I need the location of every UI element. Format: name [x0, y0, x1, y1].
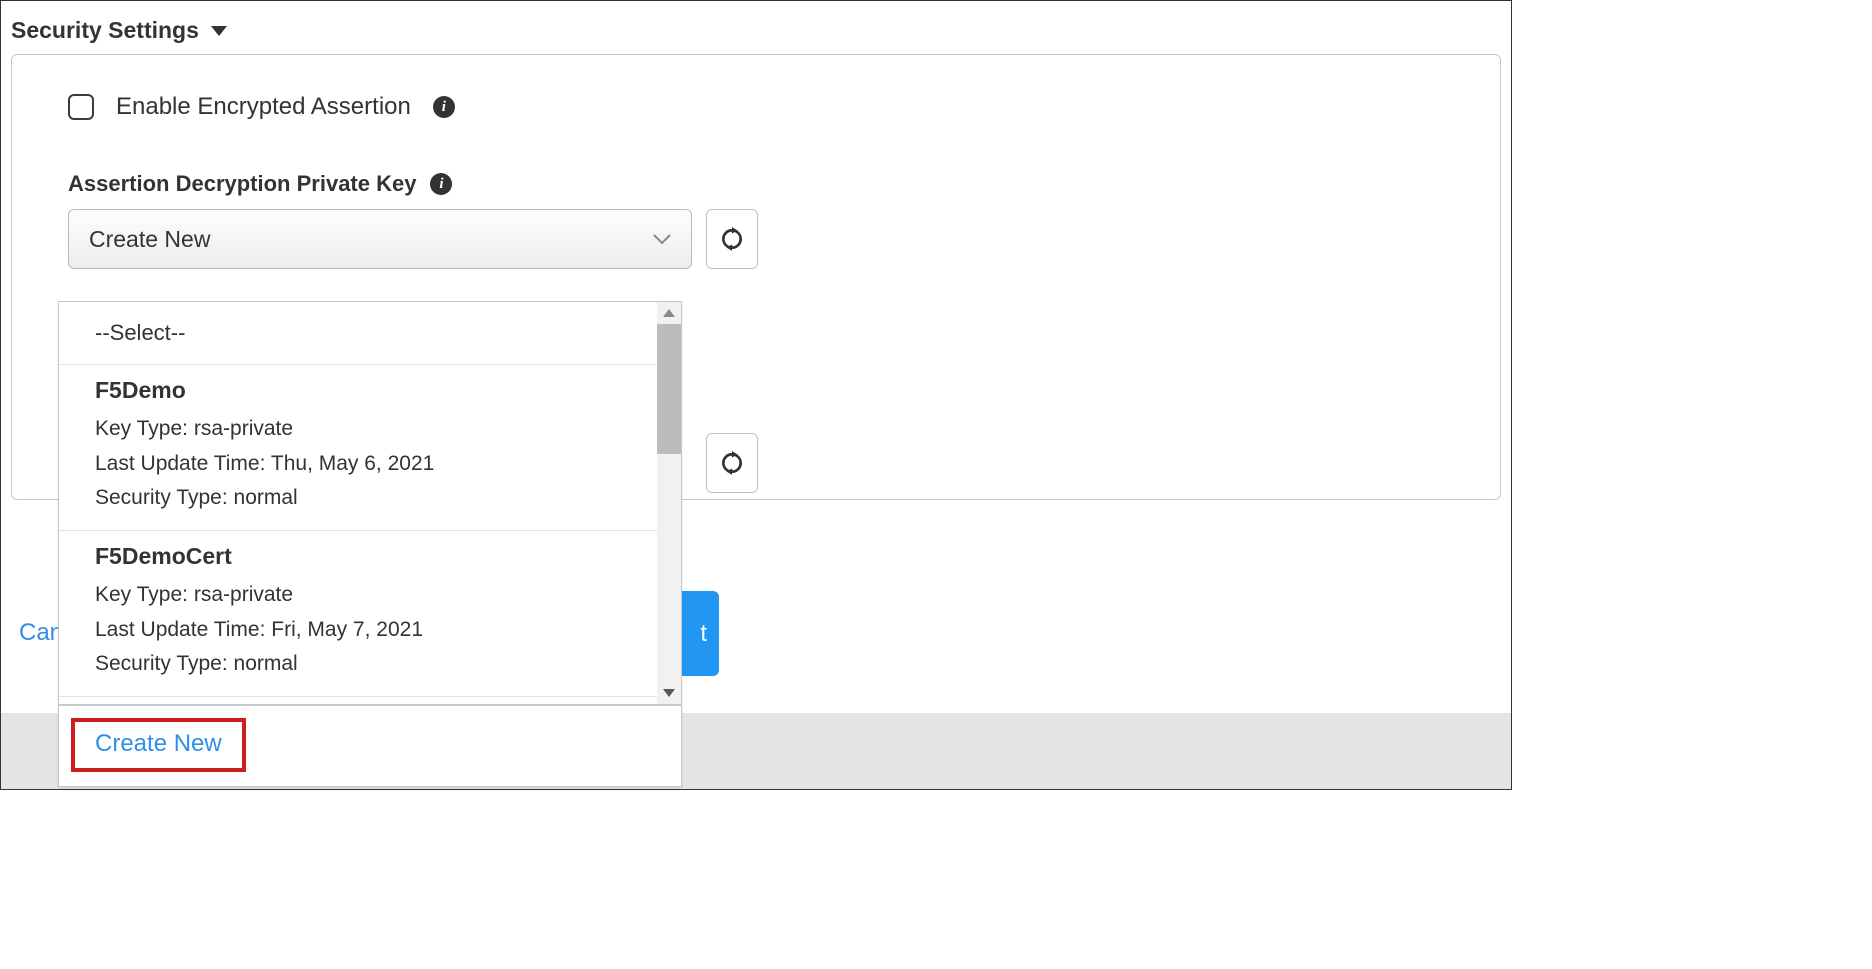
dropdown-option-meta: Key Type: rsa-private Last Update Time: …: [95, 412, 645, 516]
dropdown-option-title: F5DemoCert: [95, 543, 645, 570]
refresh-icon: [719, 226, 745, 252]
dropdown-option[interactable]: [59, 697, 681, 704]
chevron-down-icon: [653, 229, 671, 250]
security-settings-container: Security Settings Enable Encrypted Asser…: [0, 0, 1512, 790]
info-icon[interactable]: i: [433, 96, 455, 118]
assertion-key-select-row: Create New: [68, 209, 1482, 269]
scrollbar[interactable]: [657, 302, 681, 704]
assertion-key-label: Assertion Decryption Private Key i: [68, 171, 1482, 197]
dropdown-option[interactable]: F5DemoCert Key Type: rsa-private Last Up…: [59, 531, 681, 697]
dropdown-option[interactable]: F5Demo Key Type: rsa-private Last Update…: [59, 365, 681, 531]
dropdown-scroll-area: --Select-- F5Demo Key Type: rsa-private …: [59, 302, 681, 704]
scrollbar-thumb[interactable]: [657, 324, 681, 454]
caret-down-icon: [211, 26, 227, 36]
enable-encrypted-assertion-checkbox[interactable]: [68, 94, 94, 120]
dropdown-option-meta: Key Type: rsa-private Last Update Time: …: [95, 578, 645, 682]
scroll-up-icon[interactable]: [657, 302, 681, 324]
assertion-key-select[interactable]: Create New: [68, 209, 692, 269]
refresh-icon: [719, 450, 745, 476]
section-header[interactable]: Security Settings: [1, 1, 1511, 48]
dropdown-footer: Create New: [59, 704, 681, 786]
assertion-key-selected-value: Create New: [89, 226, 210, 253]
enable-encrypted-assertion-label: Enable Encrypted Assertion: [116, 93, 411, 121]
assertion-key-label-text: Assertion Decryption Private Key: [68, 171, 416, 197]
dropdown-option-placeholder[interactable]: --Select--: [59, 302, 681, 365]
refresh-button[interactable]: [706, 209, 758, 269]
info-icon[interactable]: i: [430, 173, 452, 195]
create-new-option[interactable]: Create New: [71, 718, 246, 772]
scroll-down-icon[interactable]: [657, 682, 681, 704]
assertion-key-dropdown: --Select-- F5Demo Key Type: rsa-private …: [58, 301, 682, 787]
enable-encrypted-assertion-row: Enable Encrypted Assertion i: [68, 93, 1482, 121]
section-title: Security Settings: [11, 17, 199, 44]
cancel-link[interactable]: Can: [19, 619, 63, 647]
dropdown-option-title: F5Demo: [95, 377, 645, 404]
refresh-button[interactable]: [706, 433, 758, 493]
